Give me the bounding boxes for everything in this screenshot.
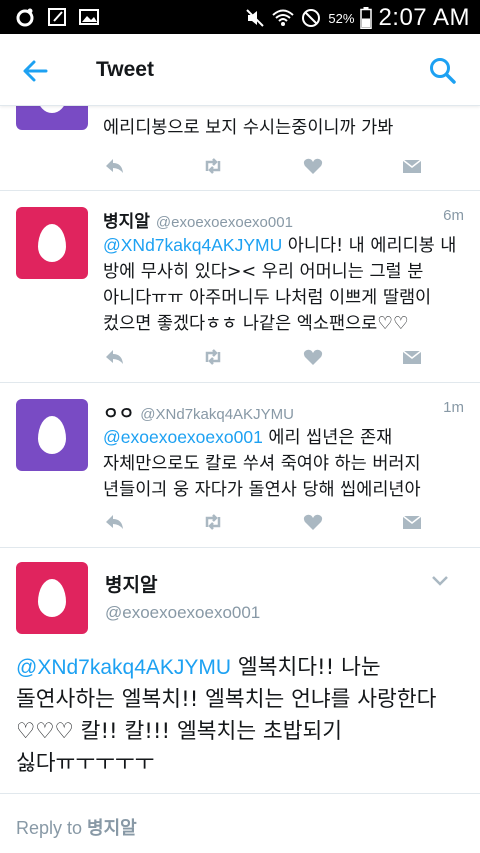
retweet-icon[interactable] bbox=[202, 511, 224, 533]
like-icon[interactable] bbox=[302, 511, 324, 533]
detail-tweet-text: @XNd7kakq4AKJYMU 엘복치다!! 나눈 돌연사하는 엘복치!! 엘… bbox=[16, 652, 462, 780]
mention-link[interactable]: @XNd7kakq4AKJYMU bbox=[103, 235, 282, 255]
tweet-time: 1m bbox=[443, 399, 464, 416]
reply-icon[interactable] bbox=[103, 155, 125, 177]
tweet-text: @exoexoexoexo001 에리 씹년은 존재 자체만으로도 칼로 쑤셔 … bbox=[103, 424, 462, 503]
tweet-time: 6m bbox=[443, 207, 464, 224]
tweet-item[interactable]: 병지알 @exoexoexoexo001 6m @XNd7kakq4AKJYMU … bbox=[0, 191, 480, 383]
egg-avatar-icon bbox=[38, 579, 66, 617]
reply-icon[interactable] bbox=[103, 511, 125, 533]
reply-icon[interactable] bbox=[103, 346, 125, 368]
tweet-text: 에리디봉으로 보지 수시는중이니까 가봐 bbox=[103, 118, 394, 138]
detail-user-name[interactable]: 병지알 bbox=[105, 570, 157, 597]
user-handle[interactable]: @exoexoexoexo001 bbox=[156, 214, 293, 231]
tweet-header: ㅇㅇ @XNd7kakq4AKJYMU 1m bbox=[103, 399, 464, 424]
edit-note-icon bbox=[48, 8, 66, 26]
user-handle[interactable]: @XNd7kakq4AKJYMU bbox=[140, 406, 294, 423]
reply-target-name: 병지알 bbox=[87, 818, 137, 838]
tweet-header: 병지알 @exoexoexoexo001 6m bbox=[103, 207, 464, 232]
tweet-actions bbox=[103, 346, 423, 368]
detail-avatar[interactable] bbox=[16, 562, 88, 634]
mention-link[interactable]: @XNd7kakq4AKJYMU bbox=[16, 656, 231, 679]
user-name[interactable]: ㅇㅇ bbox=[103, 404, 134, 424]
chevron-down-icon[interactable] bbox=[430, 574, 450, 588]
direct-message-icon[interactable] bbox=[401, 346, 423, 368]
direct-message-icon[interactable] bbox=[401, 511, 423, 533]
detail-user-handle[interactable]: @exoexoexoexo001 bbox=[105, 603, 260, 623]
egg-avatar-icon bbox=[38, 224, 66, 262]
back-arrow-icon[interactable] bbox=[20, 56, 50, 86]
clock: 2:07 AM bbox=[378, 4, 470, 31]
do-not-disturb-icon bbox=[302, 9, 321, 27]
battery-icon bbox=[360, 7, 373, 29]
retweet-icon[interactable] bbox=[202, 155, 224, 177]
avatar[interactable] bbox=[16, 207, 88, 279]
tweet-item[interactable]: ㅇㅇ @XNd7kakq4AKJYMU 1m @exoexoexoexo001 에… bbox=[0, 383, 480, 548]
avatar[interactable] bbox=[16, 399, 88, 471]
battery-percent: 52% bbox=[328, 10, 355, 26]
reply-prefix-text: Reply to bbox=[16, 818, 88, 838]
mute-icon bbox=[246, 9, 265, 27]
reply-bar[interactable]: Reply to 병지알 bbox=[0, 793, 480, 853]
like-icon[interactable] bbox=[302, 155, 324, 177]
retweet-icon[interactable] bbox=[202, 346, 224, 368]
tweet-text: @XNd7kakq4AKJYMU 아니다! 내 에리디봉 내 방에 무사히 있다… bbox=[103, 232, 462, 337]
status-bar: 52% 2:07 AM bbox=[0, 0, 480, 34]
sync-icon bbox=[16, 8, 34, 27]
page-title: Tweet bbox=[96, 58, 154, 81]
egg-avatar-icon bbox=[38, 416, 66, 454]
tweet-actions bbox=[103, 155, 423, 177]
search-icon[interactable] bbox=[428, 56, 458, 86]
user-name[interactable]: 병지알 bbox=[103, 212, 150, 232]
like-icon[interactable] bbox=[302, 346, 324, 368]
app-bar: Tweet bbox=[0, 34, 480, 106]
wifi-icon bbox=[272, 9, 295, 26]
image-icon bbox=[79, 9, 99, 25]
reply-input[interactable]: Reply to 병지알 bbox=[16, 814, 137, 840]
tweet-actions bbox=[103, 511, 423, 533]
direct-message-icon[interactable] bbox=[401, 155, 423, 177]
mention-link[interactable]: @exoexoexoexo001 bbox=[103, 427, 263, 447]
